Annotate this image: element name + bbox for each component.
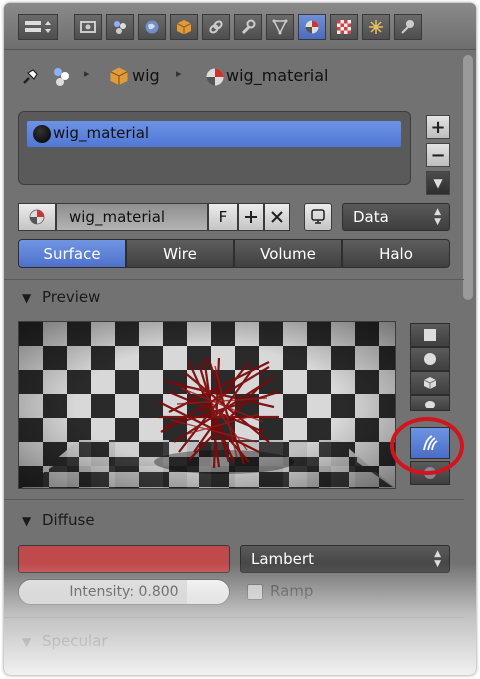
particles-tab[interactable] (362, 14, 390, 40)
diffuse-shader-select[interactable]: Lambert ▲ ▼ (240, 545, 450, 573)
close-icon (271, 211, 283, 223)
tab-wire[interactable]: Wire (126, 239, 234, 268)
specular-panel-title: Specular (42, 632, 108, 650)
preview-monkey-button[interactable] (410, 395, 450, 411)
preview-cube-button[interactable] (410, 371, 450, 395)
data-tab[interactable] (266, 14, 294, 40)
fake-user-button[interactable]: F (208, 203, 238, 231)
data-icon (272, 19, 288, 35)
diffuse-color-swatch[interactable] (18, 545, 230, 573)
material-preview (18, 321, 396, 489)
object-icon (110, 67, 128, 86)
physics-tab[interactable] (394, 14, 422, 40)
ramp-label: Ramp (270, 582, 314, 600)
link-select[interactable]: Data ▲ ▼ (342, 203, 450, 231)
new-material-button[interactable] (238, 203, 264, 231)
material-slot-icon (33, 125, 51, 143)
monkey-preview-icon (425, 401, 435, 408)
tab-volume[interactable]: Volume (234, 239, 342, 268)
chevron-updown-icon: ▲ ▼ (434, 207, 441, 227)
highlight-circle (390, 417, 464, 475)
breadcrumb-separator: ▸ (176, 67, 182, 80)
diffuse-panel-header[interactable]: ▼ Diffuse (4, 506, 464, 536)
object-icon (176, 20, 192, 35)
material-slot-row[interactable]: wig_material (27, 121, 401, 147)
material-icon (29, 209, 45, 225)
render-icon (80, 21, 96, 33)
particles-icon (369, 20, 383, 34)
material-slot-label: wig_material (53, 124, 150, 142)
editor-type-icon (25, 21, 51, 33)
divider (4, 279, 464, 280)
cube-preview-icon (423, 377, 437, 389)
material-slot-list[interactable]: wig_material (18, 111, 411, 185)
diffuse-panel-title: Diffuse (42, 511, 95, 529)
unlink-material-button[interactable] (264, 203, 290, 231)
scene-icon (54, 68, 69, 86)
material-name-field[interactable]: wig_material (56, 203, 208, 231)
material-tab[interactable] (298, 14, 326, 40)
breadcrumb-separator: ▸ (84, 67, 90, 80)
collapse-triangle-icon: ▼ (22, 291, 32, 305)
collapse-triangle-icon: ▼ (22, 635, 32, 649)
scrollbar[interactable] (463, 55, 473, 300)
divider (4, 617, 464, 618)
material-browse-button[interactable] (18, 203, 56, 231)
browse-slot-button[interactable] (304, 203, 332, 231)
chevron-updown-icon: ▲ ▼ (434, 549, 441, 569)
breadcrumb-object[interactable]: wig (132, 66, 160, 85)
divider (4, 499, 464, 500)
flat-preview-icon (424, 329, 436, 341)
modifiers-tab[interactable] (234, 14, 262, 40)
add-slot-button[interactable]: + (426, 115, 450, 139)
link-select-value: Data (353, 208, 389, 226)
mesh-link-icon (311, 209, 325, 224)
properties-editor: ▸ wig ▸ wig_material wig_material + − ▼ … (4, 3, 476, 675)
properties-header (4, 3, 476, 50)
slot-specials-menu[interactable]: ▼ (426, 171, 450, 195)
intensity-label: Intensity: 0.800 (69, 584, 179, 600)
specular-panel-header[interactable]: ▼ Specular (4, 627, 464, 657)
breadcrumb-material[interactable]: wig_material (226, 66, 328, 85)
constraints-icon (209, 20, 223, 34)
diffuse-intensity-slider[interactable]: Intensity: 0.800 (18, 579, 230, 605)
tab-halo[interactable]: Halo (342, 239, 450, 268)
remove-slot-button[interactable]: − (426, 143, 450, 167)
texture-icon (337, 20, 351, 34)
preview-panel-header[interactable]: ▼ Preview (4, 283, 464, 313)
diffuse-shader-value: Lambert (251, 550, 314, 568)
world-icon (145, 20, 159, 34)
constraints-tab[interactable] (202, 14, 230, 40)
sphere-preview-icon (424, 353, 436, 365)
preview-sphere-button[interactable] (410, 347, 450, 371)
object-tab[interactable] (170, 14, 198, 40)
material-icon (305, 20, 319, 34)
plus-icon (245, 211, 257, 223)
tab-surface[interactable]: Surface (18, 239, 126, 268)
wrench-icon (241, 19, 256, 35)
render-layers-tab[interactable] (106, 14, 134, 40)
pin-icon[interactable] (18, 65, 42, 89)
render-layers-icon (114, 21, 126, 34)
texture-tab[interactable] (330, 14, 358, 40)
preview-panel-title: Preview (42, 288, 101, 306)
material-name-text: wig_material (69, 208, 166, 226)
editor-type-menu[interactable] (18, 14, 58, 40)
ramp-checkbox[interactable] (247, 584, 263, 600)
preview-render (19, 322, 395, 488)
world-tab[interactable] (138, 14, 166, 40)
material-icon (206, 68, 224, 86)
preview-flat-button[interactable] (410, 323, 450, 347)
render-tab[interactable] (74, 14, 102, 40)
physics-icon (401, 20, 414, 34)
collapse-triangle-icon: ▼ (22, 514, 32, 528)
